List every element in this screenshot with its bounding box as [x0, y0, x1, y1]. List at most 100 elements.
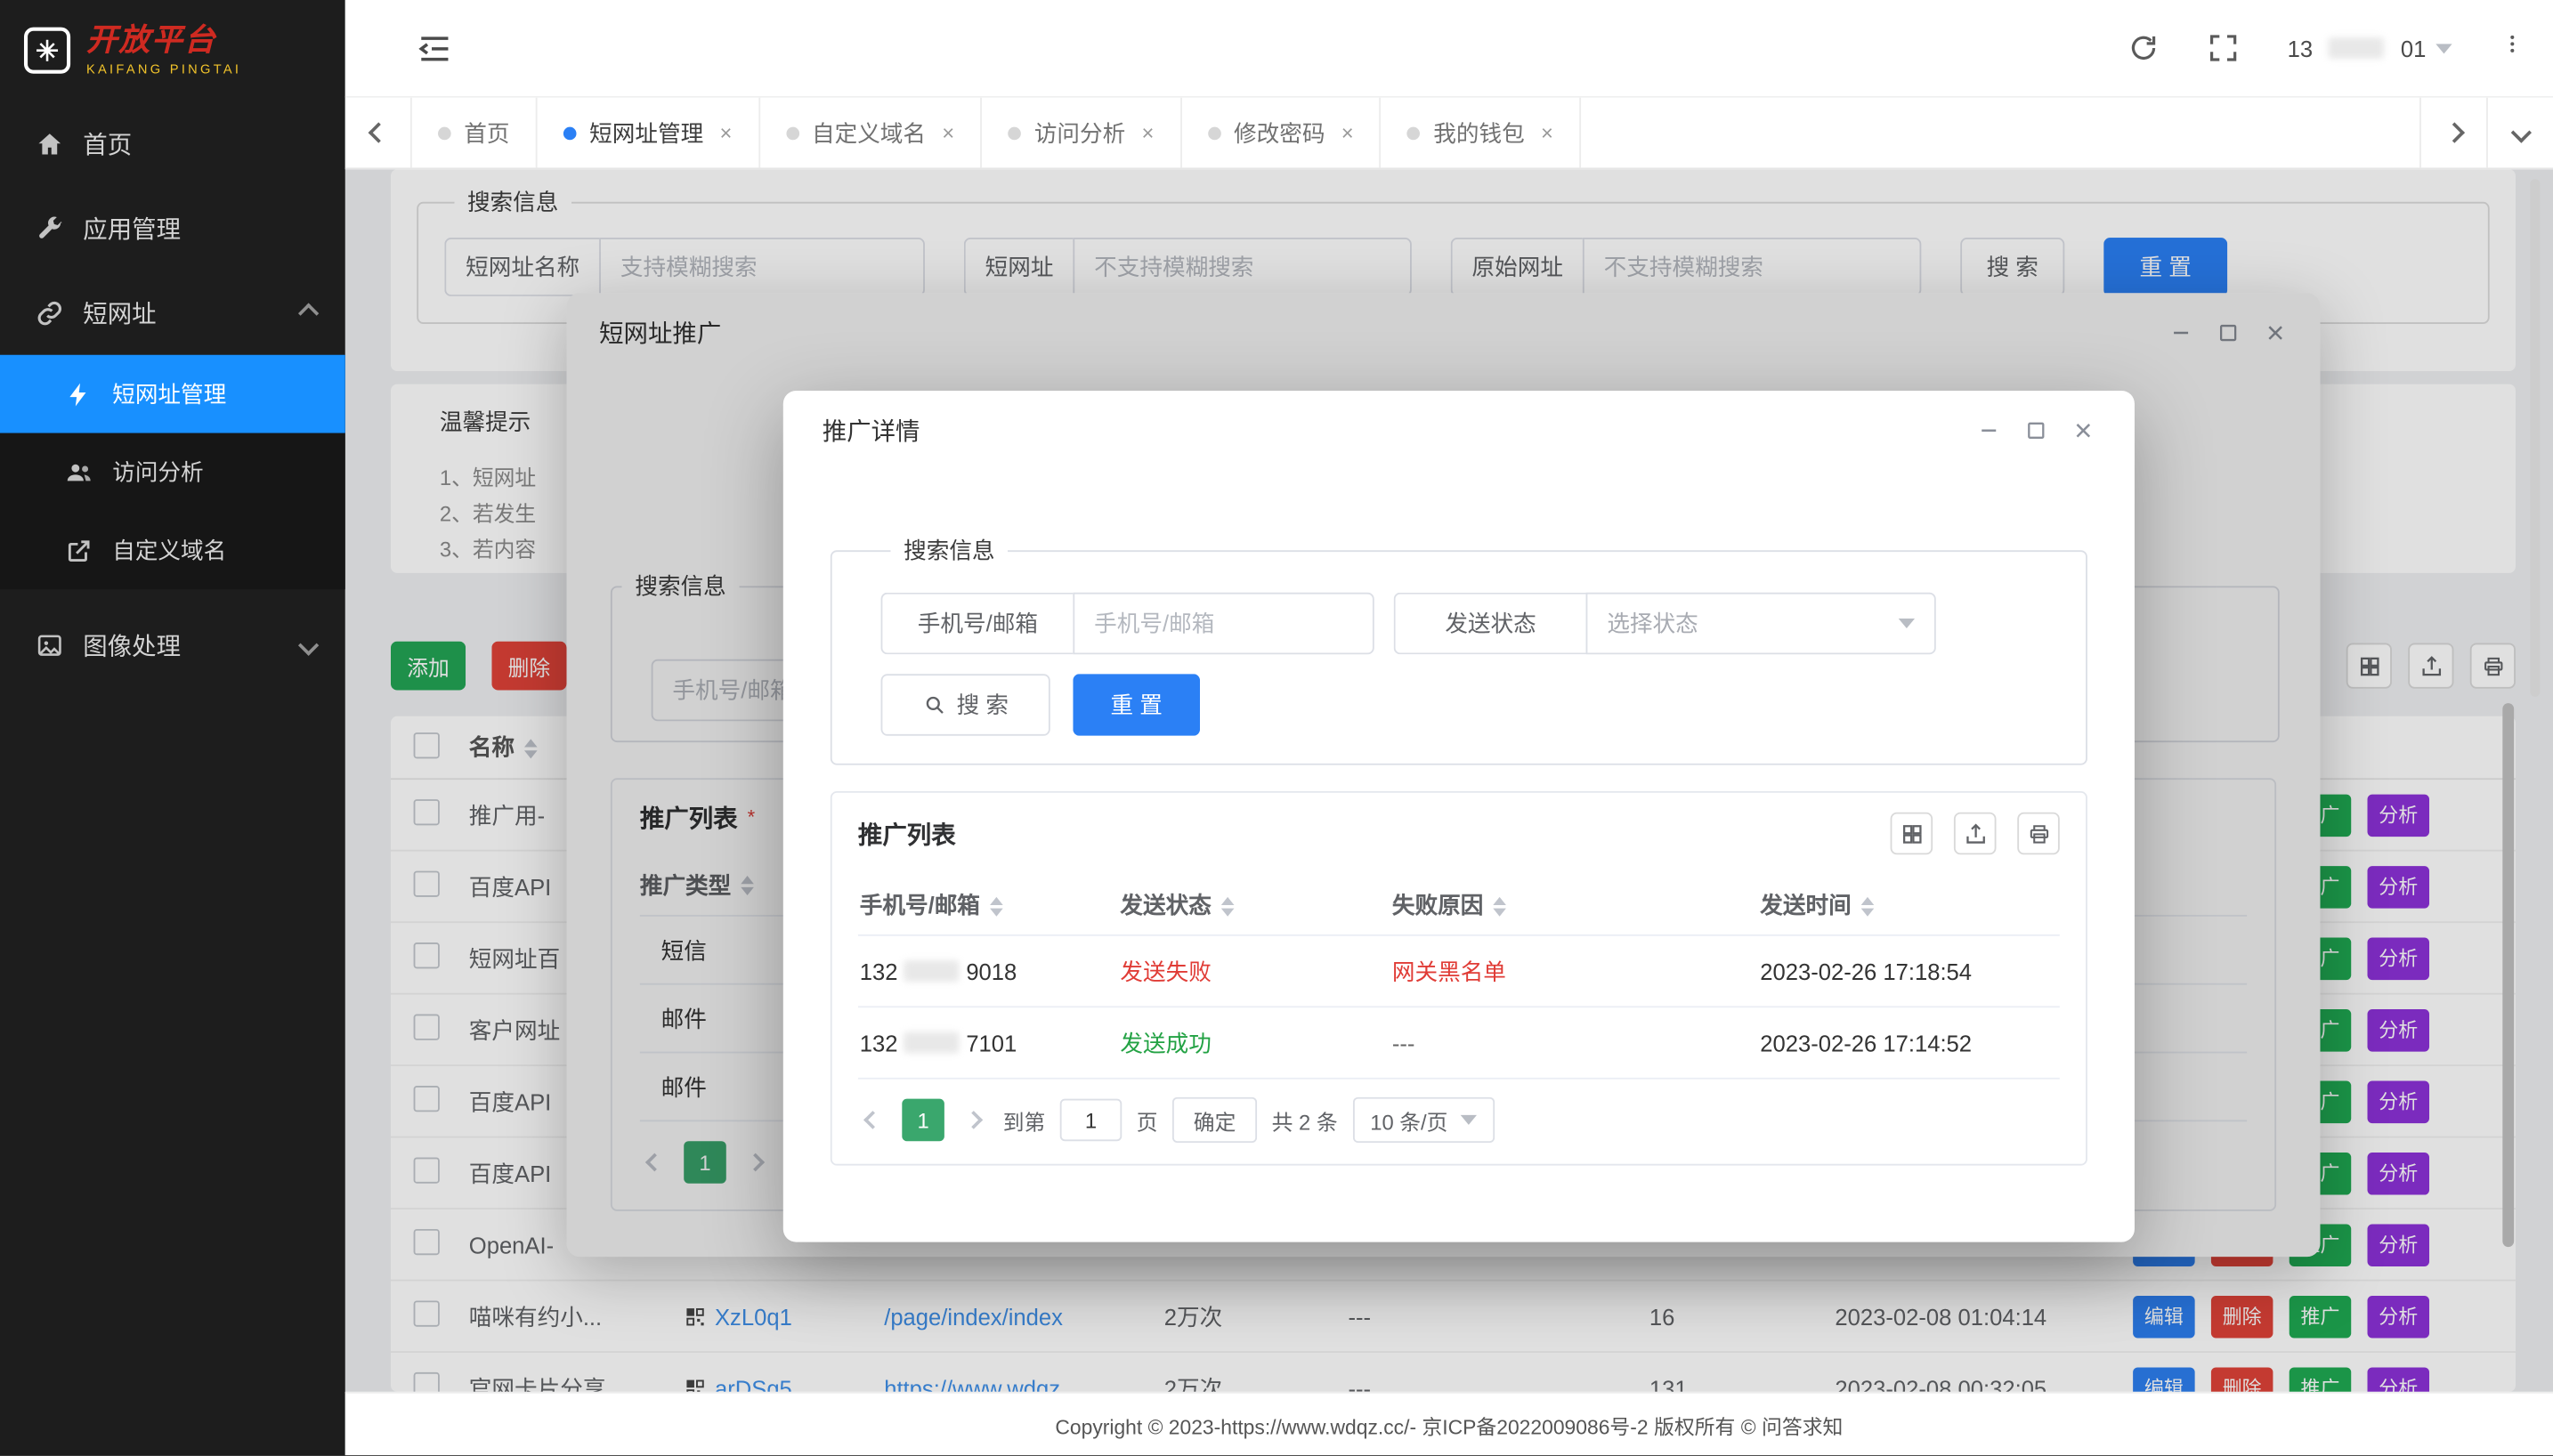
- page-number-button[interactable]: 1: [684, 1141, 726, 1184]
- users-icon: [65, 458, 93, 486]
- maximize-icon[interactable]: [2215, 320, 2241, 345]
- logo-title: 开放平台: [86, 25, 241, 56]
- tab-close-icon[interactable]: ×: [1541, 122, 1553, 143]
- detail-table-row: 1329018 发送失败 网关黑名单 2023-02-26 17:18:54: [858, 936, 2060, 1007]
- tabbar: 首页 短网址管理 × 自定义域名 × 访问分析 × 修改密码 × 我的钱包 ×: [345, 98, 2553, 169]
- tab-dot: [786, 126, 799, 140]
- promotion-search-legend: 搜索信息: [622, 570, 740, 603]
- link-icon: [36, 299, 63, 327]
- detail-status-group: 发送状态 选择状态: [1394, 593, 1936, 655]
- home-icon: [36, 129, 63, 157]
- detail-list-panel: 推广列表 手机号/邮箱 发送状态 失败原因 发送时间: [831, 791, 2087, 1166]
- detail-search-legend: 搜索信息: [891, 534, 1009, 567]
- tab-my-wallet[interactable]: 我的钱包 ×: [1382, 98, 1581, 168]
- detail-status-label: 发送状态: [1394, 593, 1586, 655]
- external-link-icon: [65, 537, 93, 564]
- search-icon: [922, 693, 945, 716]
- kebab-menu-icon[interactable]: [2500, 33, 2524, 64]
- prev-page-icon[interactable]: [640, 1156, 669, 1169]
- minimize-icon[interactable]: [1975, 417, 2001, 442]
- close-icon[interactable]: [2262, 320, 2288, 345]
- app-root: 搜索信息 短网址名称 短网址 原始网址 搜 索 重 置: [0, 0, 2553, 1455]
- sort-icon[interactable]: [990, 896, 1003, 916]
- sidebar-item-custom-domain[interactable]: 自定义域名: [0, 511, 345, 589]
- goto-page-input[interactable]: [1060, 1099, 1123, 1142]
- failure-reason: ---: [1392, 1030, 1760, 1056]
- export-icon[interactable]: [1954, 813, 1997, 855]
- tab-dot: [1009, 126, 1022, 140]
- sort-icon[interactable]: [741, 875, 754, 894]
- tab-close-icon[interactable]: ×: [719, 122, 732, 143]
- page-number-button[interactable]: 1: [902, 1099, 944, 1142]
- detail-reset-button[interactable]: 重 置: [1073, 674, 1200, 736]
- failure-reason: 网关黑名单: [1392, 955, 1760, 988]
- tab-close-icon[interactable]: ×: [1142, 122, 1155, 143]
- fullscreen-icon[interactable]: [2208, 33, 2239, 64]
- minimize-icon[interactable]: [2168, 320, 2193, 345]
- sidebar-item-home[interactable]: 首页: [0, 101, 345, 185]
- tab-change-password[interactable]: 修改密码 ×: [1182, 98, 1382, 168]
- dialog-scrollbar[interactable]: [2502, 703, 2514, 1247]
- tab-home[interactable]: 首页: [412, 98, 538, 168]
- tab-close-icon[interactable]: ×: [1341, 122, 1354, 143]
- tab-short-url-management[interactable]: 短网址管理 ×: [538, 98, 760, 168]
- prev-page-icon[interactable]: [858, 1113, 887, 1127]
- print-icon[interactable]: [2017, 813, 2060, 855]
- sidebar: 开放平台 KAIFANG PINGTAI 首页 应用管理 短网址 短网址管理 访…: [0, 0, 345, 1455]
- collapse-sidebar-icon[interactable]: [417, 30, 452, 66]
- redacted-phone-digits: [904, 959, 960, 981]
- close-icon[interactable]: [2070, 417, 2095, 442]
- bolt-icon: [65, 380, 93, 408]
- short-url-submenu: 短网址管理 访问分析 自定义域名: [0, 355, 345, 589]
- sort-icon[interactable]: [1493, 896, 1506, 916]
- next-page-icon[interactable]: [959, 1113, 988, 1127]
- sidebar-item-short-url-management[interactable]: 短网址管理: [0, 355, 345, 433]
- tabs-scroll-right-button[interactable]: [2419, 98, 2486, 168]
- promotion-dialog-title: 短网址推广: [599, 315, 721, 349]
- sidebar-group-short-url[interactable]: 短网址: [0, 271, 345, 355]
- promotion-list-title: 推广列表: [640, 800, 738, 834]
- sidebar-item-visit-analysis[interactable]: 访问分析: [0, 433, 345, 512]
- page-scrollbar[interactable]: [2530, 179, 2540, 697]
- tabs-menu-button[interactable]: [2486, 98, 2553, 168]
- tabs-scroll-left-button[interactable]: [345, 98, 412, 168]
- sidebar-group-image-processing[interactable]: 图像处理: [0, 603, 345, 687]
- total-count-label: 共 2 条: [1272, 1104, 1338, 1136]
- promotion-list-note: *: [748, 805, 756, 829]
- detail-table-header: 手机号/邮箱 发送状态 失败原因 发送时间: [858, 874, 2060, 936]
- topbar-actions: 13 01: [2128, 33, 2524, 64]
- tab-close-icon[interactable]: ×: [942, 122, 954, 143]
- status-select[interactable]: 选择状态: [1586, 593, 1936, 655]
- tab-visit-analysis[interactable]: 访问分析 ×: [982, 98, 1181, 168]
- page-size-select[interactable]: 10 条/页: [1352, 1097, 1495, 1143]
- detail-search-button[interactable]: 搜 索: [881, 674, 1050, 736]
- time-column-header[interactable]: 发送时间: [1760, 888, 2060, 921]
- tab-dot: [1208, 126, 1221, 140]
- tab-dot: [1407, 126, 1421, 140]
- detail-table-row: 1327101 发送成功 --- 2023-02-26 17:14:52: [858, 1007, 2060, 1079]
- maximize-icon[interactable]: [2022, 417, 2048, 442]
- promotion-detail-dialog: 推广详情 搜索信息 手机号/邮箱 发送状态 选择状态: [783, 391, 2135, 1242]
- sort-icon[interactable]: [1221, 896, 1235, 916]
- detail-phone-group: 手机号/邮箱: [881, 593, 1374, 655]
- grid-icon[interactable]: [1891, 813, 1933, 855]
- logo-subtitle: KAIFANG PINGTAI: [86, 61, 241, 76]
- goto-confirm-button[interactable]: 确定: [1172, 1097, 1257, 1143]
- send-status: 发送失败: [1120, 955, 1391, 988]
- detail-phone-input[interactable]: [1073, 593, 1374, 655]
- sort-icon[interactable]: [1861, 896, 1875, 916]
- caret-down-icon: [1899, 619, 1915, 628]
- next-page-icon[interactable]: [741, 1156, 770, 1169]
- send-time: 2023-02-26 17:18:54: [1760, 958, 2060, 983]
- status-column-header[interactable]: 发送状态: [1120, 888, 1391, 921]
- refresh-icon[interactable]: [2128, 33, 2159, 64]
- user-account-menu[interactable]: 13 01: [2288, 35, 2452, 61]
- caret-down-icon: [2435, 43, 2452, 53]
- detail-search-fieldset: 搜索信息 手机号/邮箱 发送状态 选择状态: [831, 534, 2087, 765]
- sidebar-item-app-management[interactable]: 应用管理: [0, 186, 345, 271]
- reason-column-header[interactable]: 失败原因: [1392, 888, 1760, 921]
- image-icon: [36, 631, 63, 659]
- tab-custom-domain[interactable]: 自定义域名 ×: [759, 98, 982, 168]
- user-phone-suffix: 01: [2401, 35, 2426, 61]
- phone-column-header[interactable]: 手机号/邮箱: [858, 888, 1120, 921]
